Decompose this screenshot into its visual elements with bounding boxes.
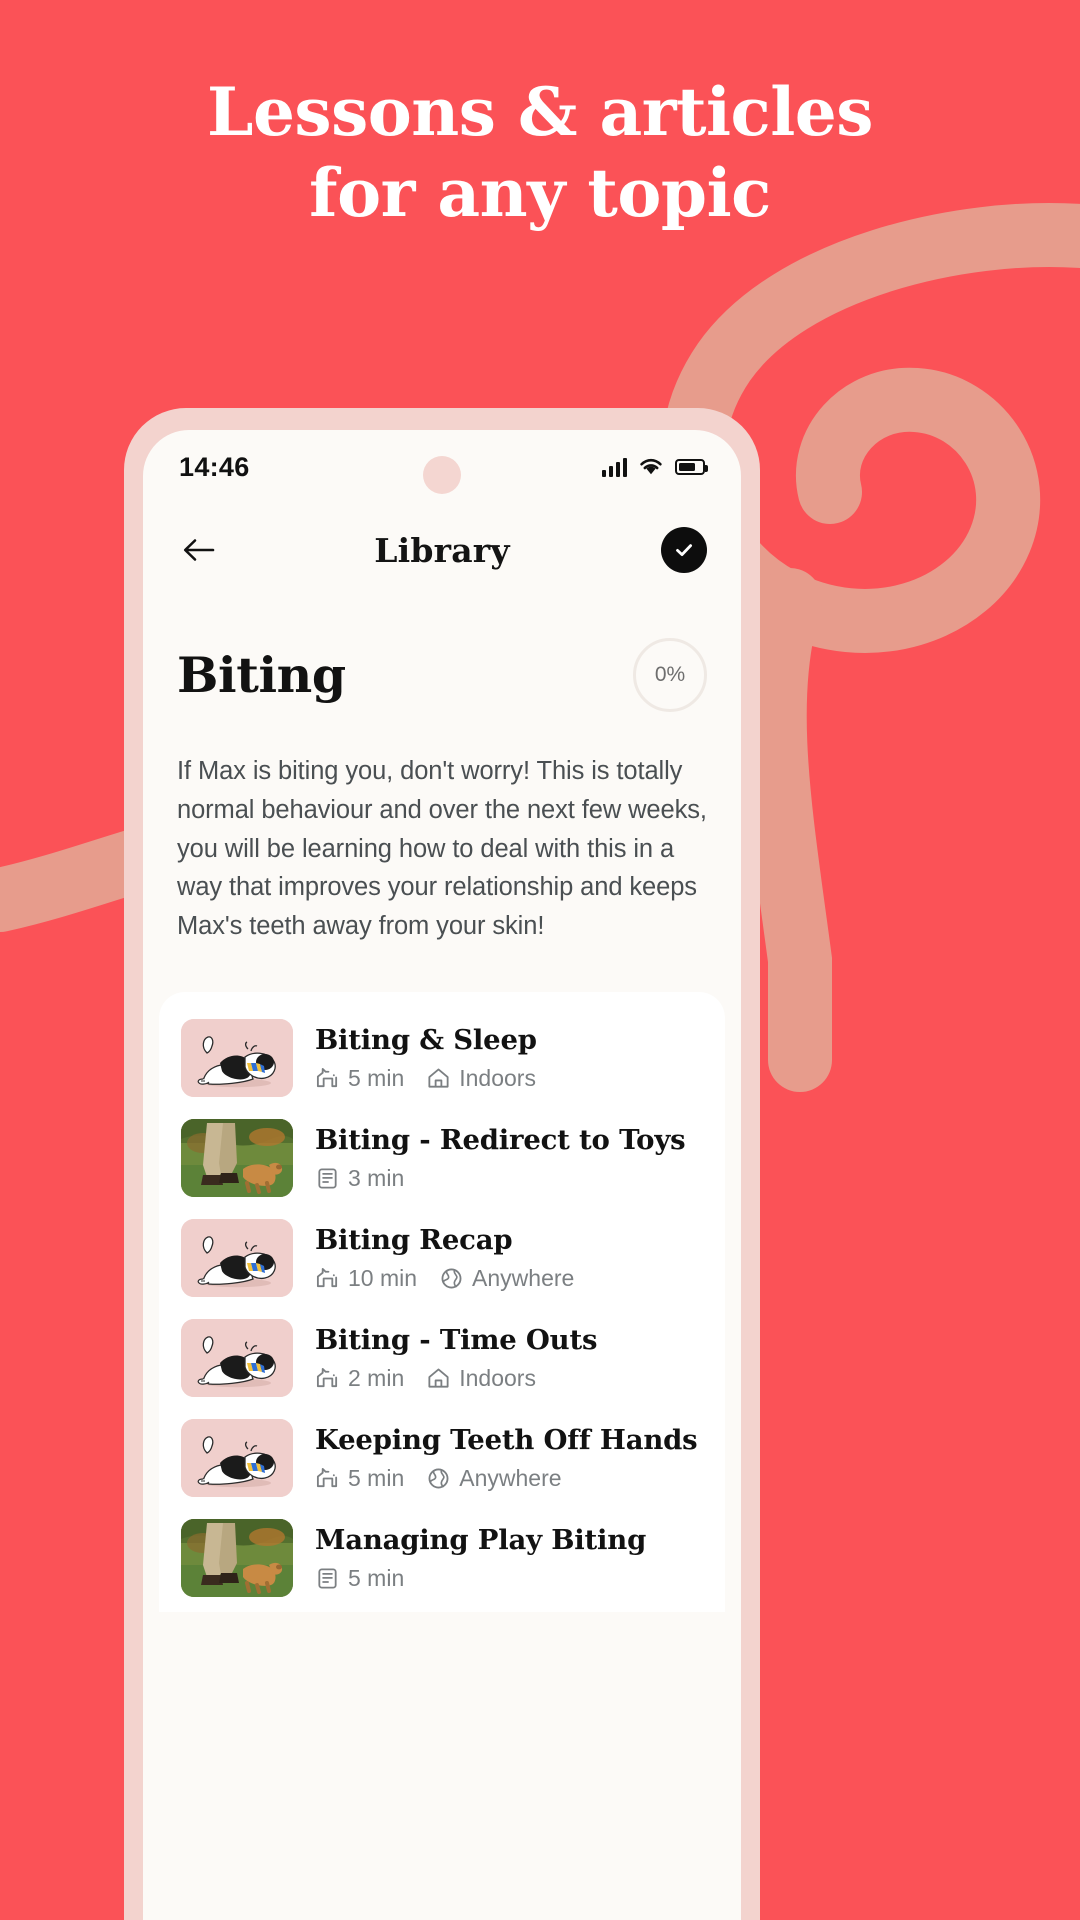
- dog-icon: [316, 1367, 338, 1387]
- dog-illustration: [181, 1418, 293, 1497]
- lesson-row[interactable]: Biting - Time Outs 2 min Indoors: [159, 1308, 725, 1408]
- check-circle-icon: [676, 544, 692, 556]
- lesson-title: Keeping Teeth Off Hands: [315, 1423, 698, 1456]
- lesson-body: Managing Play Biting 5 min: [315, 1524, 703, 1592]
- app-bar: Library: [143, 504, 741, 596]
- dog-icon: [316, 1067, 338, 1087]
- promo-headline: Lessons & articles for any topic: [0, 72, 1080, 233]
- lesson-meta: 2 min Indoors: [315, 1365, 703, 1392]
- lesson-location-label: Anywhere: [472, 1264, 575, 1291]
- photo-thumbnail: [181, 1518, 293, 1597]
- lesson-body: Biting - Time Outs 2 min Indoors: [315, 1324, 703, 1392]
- lesson-title: Managing Play Biting: [315, 1523, 647, 1556]
- status-icons: [602, 457, 708, 477]
- lesson-location: Anywhere: [439, 1265, 574, 1292]
- mark-complete-button[interactable]: [661, 527, 707, 573]
- dog-illustration: [181, 1318, 293, 1397]
- lesson-duration: 2 min: [315, 1365, 404, 1392]
- lesson-body: Biting Recap 10 min Anywhere: [315, 1224, 703, 1292]
- lesson-title: Biting - Time Outs: [315, 1323, 598, 1356]
- status-bar: 14:46: [143, 430, 741, 504]
- lesson-duration-label: 5 min: [348, 1464, 405, 1491]
- lesson-row[interactable]: Biting Recap 10 min Anywhere: [159, 1208, 725, 1308]
- topic-header: Biting 0%: [143, 596, 741, 712]
- lesson-row[interactable]: Biting & Sleep 5 min Indoors: [159, 1008, 725, 1108]
- lesson-location: Anywhere: [426, 1464, 562, 1492]
- lesson-duration: 5 min: [315, 1065, 404, 1092]
- lesson-meta: 5 min Indoors: [315, 1065, 703, 1092]
- topic-title: Biting: [177, 646, 346, 704]
- lesson-duration-label: 10 min: [348, 1264, 418, 1291]
- dog-illustration: [181, 1218, 293, 1297]
- page-title: Library: [374, 530, 510, 570]
- lesson-duration-label: 5 min: [348, 1564, 405, 1591]
- lesson-thumbnail: [181, 1218, 293, 1297]
- lesson-location-label: Indoors: [459, 1064, 536, 1091]
- home-icon: [428, 1368, 449, 1388]
- lesson-duration-label: 2 min: [348, 1364, 405, 1391]
- lesson-duration: 3 min: [315, 1165, 404, 1192]
- lesson-meta: 5 min: [315, 1565, 703, 1592]
- lesson-thumbnail: [181, 1118, 293, 1197]
- headline-line-2: for any topic: [309, 153, 771, 232]
- home-icon: [428, 1068, 449, 1088]
- status-time: 14:46: [179, 451, 250, 482]
- lesson-thumbnail: [181, 1518, 293, 1597]
- phone-screen: 14:46 Library Biting 0% If Max is biting…: [143, 430, 741, 1920]
- lesson-title: Biting - Redirect to Toys: [315, 1123, 686, 1156]
- dog-illustration: [181, 1018, 293, 1097]
- lesson-title: Biting & Sleep: [315, 1023, 537, 1056]
- globe-icon: [441, 1268, 462, 1289]
- lesson-location-label: Anywhere: [459, 1464, 562, 1491]
- lesson-thumbnail: [181, 1018, 293, 1097]
- article-icon: [318, 1568, 337, 1589]
- headline-line-1: Lessons & articles: [207, 73, 873, 151]
- signal-bars-icon: [602, 457, 627, 477]
- lesson-location: Indoors: [426, 1365, 536, 1392]
- lesson-thumbnail: [181, 1418, 293, 1497]
- article-icon: [318, 1168, 337, 1189]
- dog-icon: [316, 1267, 338, 1287]
- globe-icon: [428, 1468, 449, 1489]
- lesson-meta: 10 min Anywhere: [315, 1265, 703, 1292]
- dog-icon: [316, 1467, 338, 1487]
- photo-thumbnail: [181, 1118, 293, 1197]
- lesson-thumbnail: [181, 1318, 293, 1397]
- wifi-icon: [640, 458, 662, 475]
- lesson-body: Biting - Redirect to Toys 3 min: [315, 1124, 703, 1192]
- lesson-list: Biting & Sleep 5 min Indoors Biting - Redi…: [159, 991, 725, 1612]
- lesson-duration: 5 min: [315, 1565, 404, 1592]
- progress-ring: 0%: [633, 638, 707, 712]
- lesson-location-label: Indoors: [459, 1364, 536, 1391]
- lesson-row[interactable]: Keeping Teeth Off Hands 5 min Anywhere: [159, 1408, 725, 1508]
- lesson-meta: 5 min Anywhere: [315, 1465, 703, 1492]
- lesson-meta: 3 min: [315, 1165, 703, 1192]
- lesson-row[interactable]: Managing Play Biting 5 min: [159, 1508, 725, 1608]
- topic-description: If Max is biting you, don't worry! This …: [177, 757, 707, 940]
- lesson-body: Keeping Teeth Off Hands 5 min Anywhere: [315, 1424, 703, 1492]
- lesson-duration-label: 3 min: [348, 1164, 405, 1191]
- lesson-row[interactable]: Biting - Redirect to Toys 3 min: [159, 1108, 725, 1208]
- lesson-title: Biting Recap: [315, 1223, 513, 1256]
- lesson-duration: 5 min: [315, 1465, 404, 1492]
- camera-punch-hole: [423, 456, 461, 494]
- lesson-duration: 10 min: [315, 1265, 417, 1292]
- lesson-body: Biting & Sleep 5 min Indoors: [315, 1024, 703, 1092]
- phone-mockup: 14:46 Library Biting 0% If Max is biting…: [124, 408, 760, 1920]
- lesson-location: Indoors: [426, 1065, 536, 1092]
- progress-label: 0%: [654, 663, 686, 686]
- lesson-duration-label: 5 min: [348, 1064, 405, 1091]
- battery-icon: [675, 459, 708, 475]
